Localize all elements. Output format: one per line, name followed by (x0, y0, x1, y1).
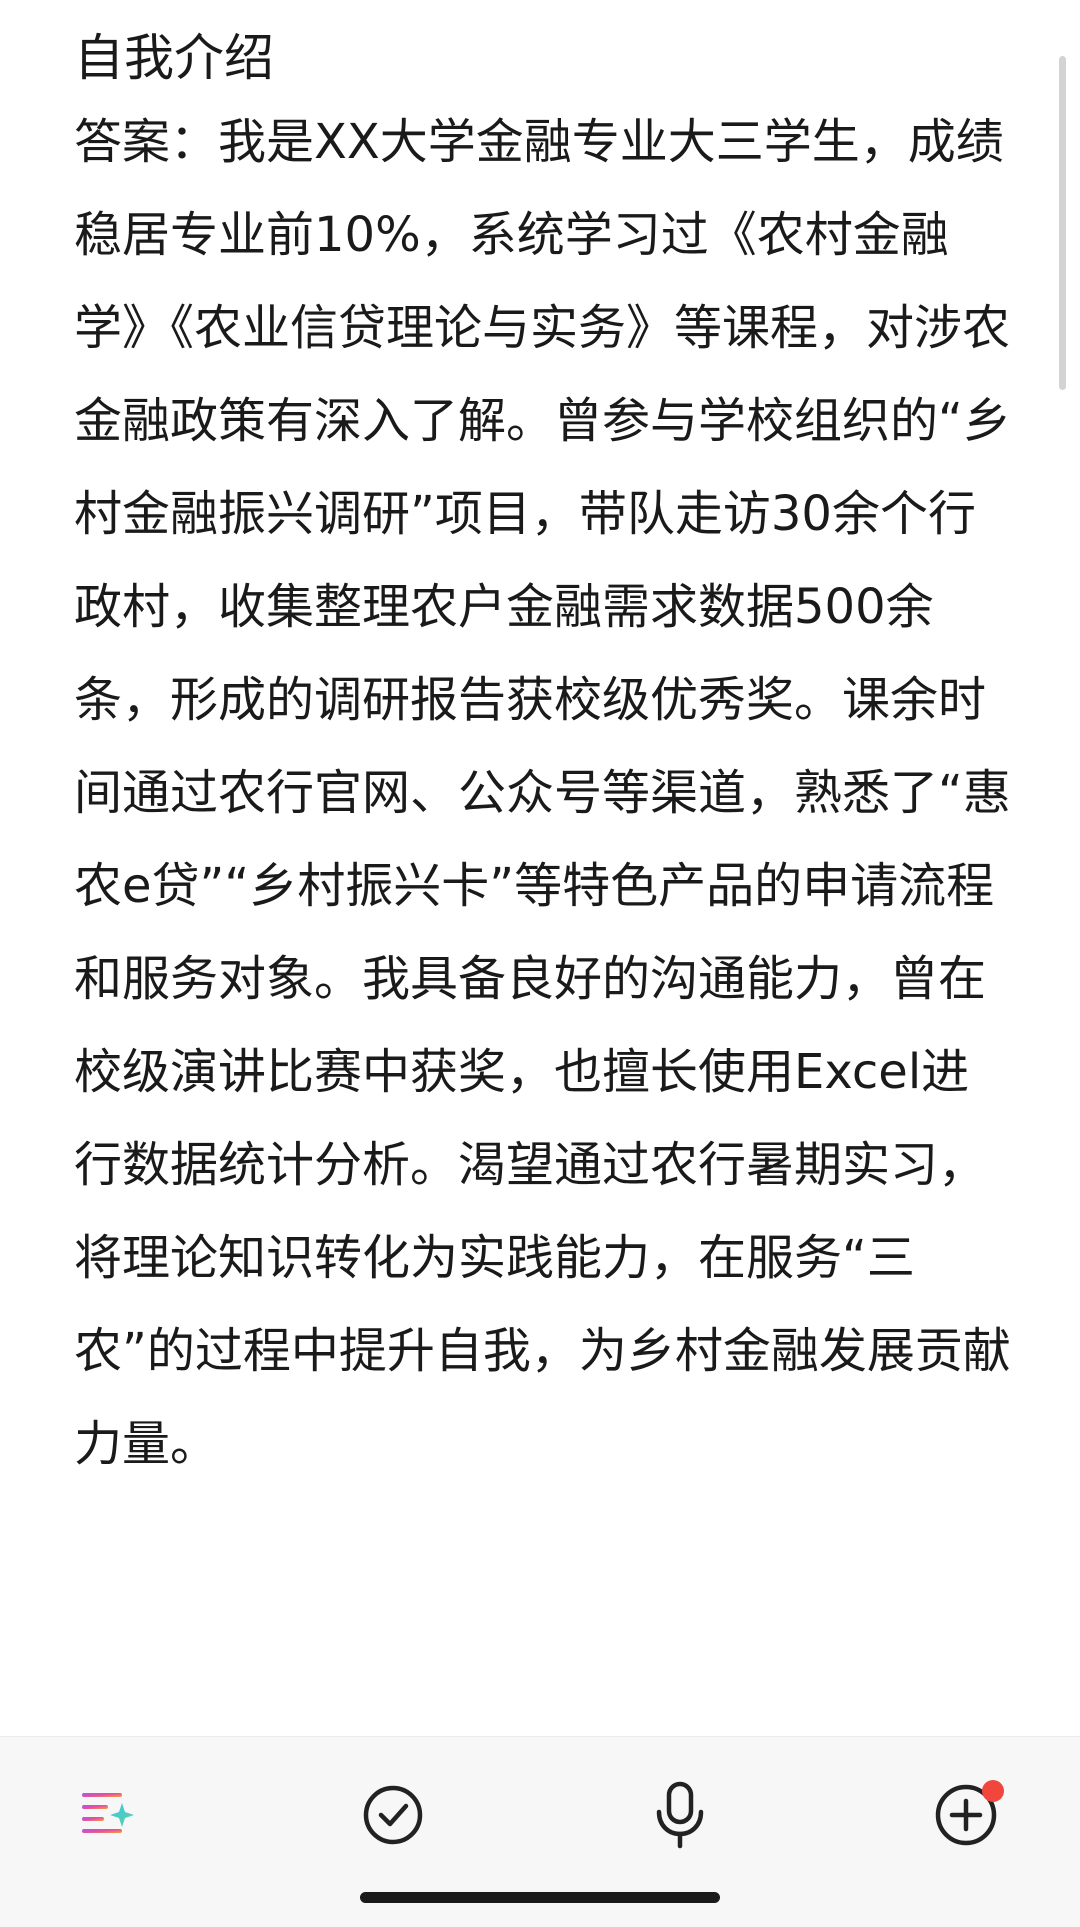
home-indicator[interactable] (360, 1892, 720, 1903)
notification-badge (982, 1780, 1004, 1802)
scrollbar[interactable] (1059, 56, 1066, 390)
microphone-icon (652, 1780, 708, 1850)
add-button[interactable] (926, 1775, 1006, 1855)
note-title[interactable]: 自我介绍 (74, 20, 1014, 96)
voice-input-button[interactable] (640, 1775, 720, 1855)
ai-format-icon (78, 1785, 138, 1845)
ai-format-button[interactable] (68, 1775, 148, 1855)
note-content[interactable]: 自我介绍 答案：我是XX大学金融专业大三学生，成绩稳居专业前10%，系统学习过《… (74, 20, 1014, 1491)
checklist-button[interactable] (353, 1775, 433, 1855)
note-body[interactable]: 答案：我是XX大学金融专业大三学生，成绩稳居专业前10%，系统学习过《农村金融学… (74, 96, 1014, 1491)
checklist-icon (362, 1784, 424, 1846)
